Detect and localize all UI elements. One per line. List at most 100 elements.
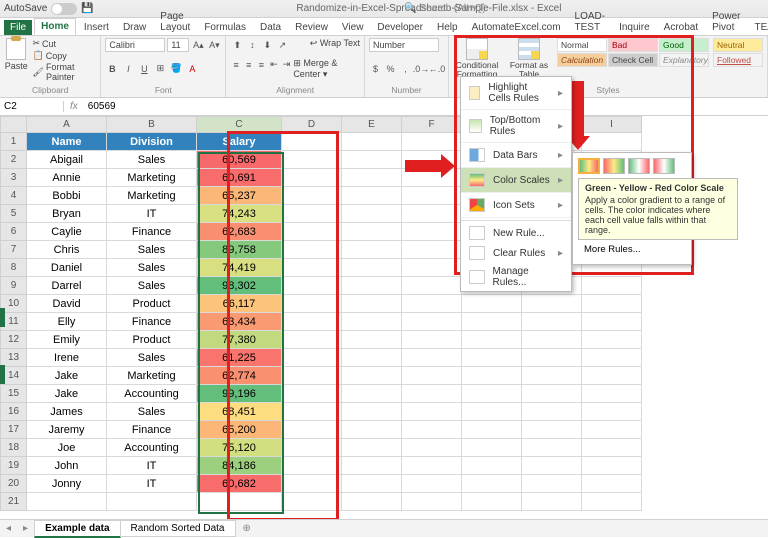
cell-name[interactable]: Caylie [27, 223, 107, 241]
cell-name[interactable]: Daniel [27, 259, 107, 277]
col-header-E[interactable]: E [342, 117, 402, 133]
cell-division[interactable]: Marketing [107, 169, 197, 187]
col-header-A[interactable]: A [27, 117, 107, 133]
cell-name[interactable]: Chris [27, 241, 107, 259]
cell-division[interactable]: IT [107, 457, 197, 475]
cell-name[interactable]: Elly [27, 313, 107, 331]
italic-button[interactable]: I [121, 62, 135, 76]
number-format-select[interactable]: Number [369, 38, 439, 52]
cell-salary[interactable]: 99,196 [197, 385, 282, 403]
cell-salary[interactable]: 66,117 [197, 295, 282, 313]
worksheet-grid[interactable]: A B C D E F G H I 1 Name Division Salary… [0, 116, 768, 511]
cell-division[interactable]: Sales [107, 349, 197, 367]
row-header[interactable]: 15 [1, 385, 27, 403]
cell-name[interactable]: James [27, 403, 107, 421]
row-header[interactable]: 9 [1, 277, 27, 295]
colorscale-ryg[interactable] [603, 158, 625, 174]
row-header[interactable]: 12 [1, 331, 27, 349]
tab-file[interactable]: File [4, 20, 32, 35]
align-middle-button[interactable]: ↕ [245, 38, 259, 52]
cell-division[interactable]: Marketing [107, 187, 197, 205]
merge-button[interactable]: ⊞ Merge & Center ▾ [293, 58, 360, 80]
menu-clear-rules[interactable]: Clear Rules▸ [461, 243, 571, 263]
sheet-tab-example-data[interactable]: Example data [34, 520, 120, 538]
font-name-select[interactable]: Calibri [105, 38, 165, 52]
tab-team[interactable]: TEAM [749, 20, 768, 35]
menu-top-bottom-rules[interactable]: Top/Bottom Rules▸ [461, 110, 571, 143]
style-explanatory[interactable]: Explanatory... [659, 53, 709, 67]
comma-button[interactable]: , [399, 62, 412, 76]
row-header[interactable]: 16 [1, 403, 27, 421]
align-right-button[interactable]: ≡ [256, 58, 268, 72]
percent-button[interactable]: % [384, 62, 397, 76]
row-header[interactable]: 1 [1, 133, 27, 151]
row-header[interactable]: 13 [1, 349, 27, 367]
cell-salary[interactable]: 62,683 [197, 223, 282, 241]
style-checkcell[interactable]: Check Cell [608, 53, 658, 67]
save-icon[interactable]: 💾 [81, 3, 93, 14]
cell-division[interactable]: Sales [107, 259, 197, 277]
menu-manage-rules[interactable]: Manage Rules... [461, 263, 571, 291]
cell-salary[interactable]: 61,225 [197, 349, 282, 367]
indent-dec-button[interactable]: ⇤ [268, 58, 280, 72]
align-left-button[interactable]: ≡ [230, 58, 242, 72]
row-header[interactable]: 21 [1, 493, 27, 511]
tab-developer[interactable]: Developer [371, 20, 429, 35]
cell-salary[interactable]: 68,451 [197, 403, 282, 421]
col-header-D[interactable]: D [282, 117, 342, 133]
cell-styles-gallery[interactable]: Normal Bad Good Calculation Check Cell E… [557, 38, 709, 78]
cell-division[interactable]: Sales [107, 277, 197, 295]
cell-division[interactable]: Finance [107, 313, 197, 331]
cell-name[interactable]: Jake [27, 385, 107, 403]
row-header[interactable]: 18 [1, 439, 27, 457]
style-calculation[interactable]: Calculation [557, 53, 607, 67]
cell-salary[interactable]: 60,691 [197, 169, 282, 187]
cell-division[interactable]: Finance [107, 421, 197, 439]
cell-division[interactable]: Product [107, 295, 197, 313]
cell-division[interactable]: Finance [107, 223, 197, 241]
header-salary[interactable]: Salary [197, 133, 282, 151]
autosave[interactable]: AutoSave 💾 [4, 3, 94, 15]
tab-help[interactable]: Help [431, 20, 464, 35]
cell-name[interactable]: John [27, 457, 107, 475]
orientation-button[interactable]: ↗ [275, 38, 289, 52]
inc-decimal-button[interactable]: .0→ [414, 62, 428, 76]
header-division[interactable]: Division [107, 133, 197, 151]
tab-insert[interactable]: Insert [78, 20, 115, 35]
cell-name[interactable]: David [27, 295, 107, 313]
cell-name[interactable]: Jake [27, 367, 107, 385]
font-color-button[interactable]: A [185, 62, 199, 76]
cell-salary[interactable]: 77,380 [197, 331, 282, 349]
cell-division[interactable]: Accounting [107, 385, 197, 403]
cell-salary[interactable]: 74,419 [197, 259, 282, 277]
bold-button[interactable]: B [105, 62, 119, 76]
row-header[interactable]: 2 [1, 151, 27, 169]
tab-review[interactable]: Review [289, 20, 334, 35]
search-box[interactable]: 🔍 Search (Alt+Q) [404, 3, 486, 14]
cell-division[interactable]: Sales [107, 403, 197, 421]
style-followed-hyperlink[interactable]: Followed Hy... [713, 53, 763, 67]
format-as-table-button[interactable]: Format as Table [505, 38, 553, 78]
colorscale-gwr[interactable] [628, 158, 650, 174]
tab-formulas[interactable]: Formulas [198, 20, 252, 35]
cell-division[interactable]: IT [107, 475, 197, 493]
cell-name[interactable]: Jonny [27, 475, 107, 493]
cell-name[interactable]: Annie [27, 169, 107, 187]
menu-data-bars[interactable]: Data Bars▸ [461, 143, 571, 168]
font-size-select[interactable]: 11 [167, 38, 189, 52]
align-center-button[interactable]: ≡ [243, 58, 255, 72]
row-header[interactable]: 3 [1, 169, 27, 187]
row-header[interactable]: 7 [1, 241, 27, 259]
cell-salary[interactable]: 62,774 [197, 367, 282, 385]
sheet-nav-next[interactable]: ▸ [17, 523, 34, 534]
menu-new-rule[interactable]: New Rule... [461, 223, 571, 243]
name-box[interactable]: C2 [0, 101, 64, 112]
col-header-F[interactable]: F [402, 117, 462, 133]
cell-division[interactable]: Accounting [107, 439, 197, 457]
format-painter-button[interactable]: 🖌Format Painter [33, 62, 97, 82]
cut-button[interactable]: ✂Cut [33, 38, 97, 49]
row-header[interactable]: 6 [1, 223, 27, 241]
style-good[interactable]: Good [659, 38, 709, 52]
tab-home[interactable]: Home [34, 18, 76, 35]
select-all-corner[interactable] [1, 117, 27, 133]
